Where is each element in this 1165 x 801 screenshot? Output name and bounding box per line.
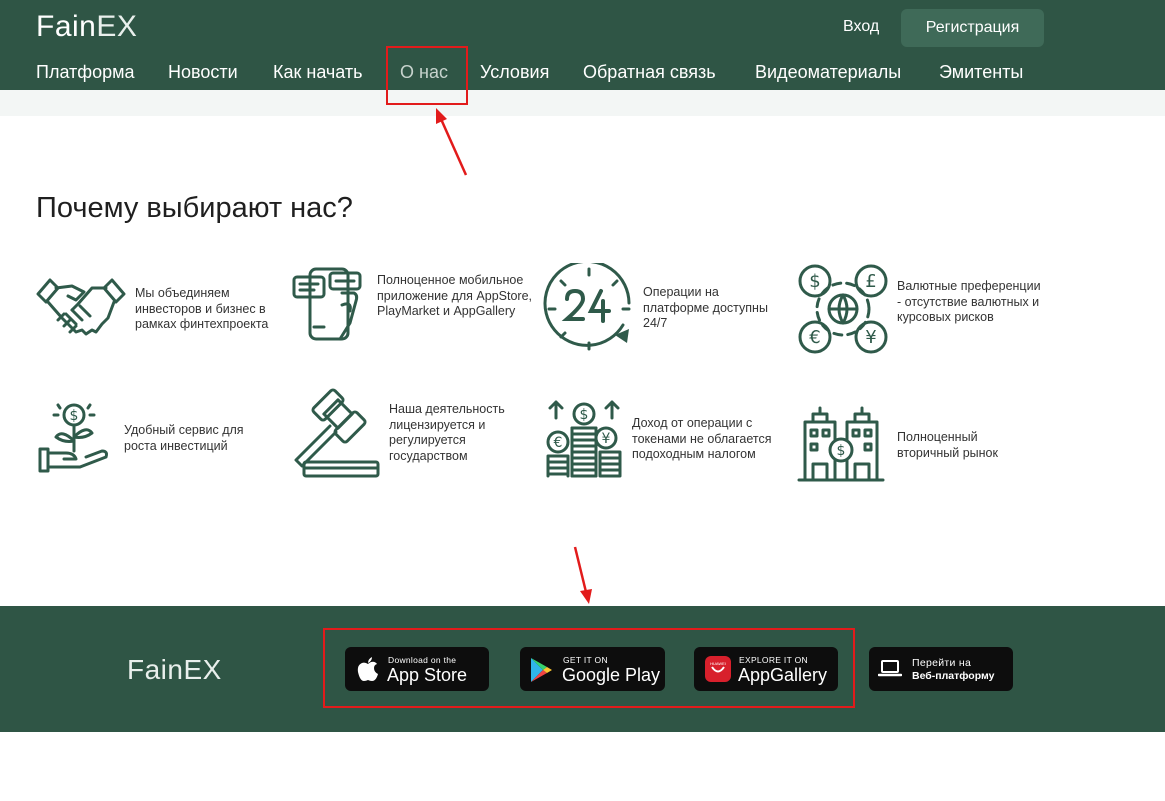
laptop-icon xyxy=(878,660,902,677)
clock-24-icon xyxy=(543,263,631,351)
feature-text: Валютные преференции - отсутствие валютн… xyxy=(897,279,1041,324)
header-divider-strip xyxy=(0,90,1165,116)
svg-text:$: $ xyxy=(70,408,79,424)
footer-logo-text-fain: Fain xyxy=(127,654,184,685)
currency-exchange-icon: $ £ € ¥ xyxy=(798,264,888,354)
logo-text-ex: EX xyxy=(96,10,138,43)
svg-text:$: $ xyxy=(837,443,846,459)
svg-text:€: € xyxy=(809,327,820,348)
footer-logo-text-ex: EX xyxy=(183,654,222,685)
nav-highlight-box xyxy=(386,46,468,105)
buildings-icon: $ xyxy=(797,406,885,482)
svg-text:€: € xyxy=(554,435,563,451)
nav-item-videos[interactable]: Видеоматериалы xyxy=(755,62,901,83)
money-plant-icon: $ xyxy=(38,403,108,473)
svg-text:$: $ xyxy=(809,271,820,292)
site-header: FainEX Вход Регистрация Платформа Новост… xyxy=(0,0,1165,90)
web-platform-button[interactable]: Перейти на Веб-платформу xyxy=(869,647,1013,691)
svg-text:£: £ xyxy=(865,271,876,292)
nav-item-how-to-start[interactable]: Как начать xyxy=(273,62,363,83)
mobile-app-icon xyxy=(292,267,362,341)
svg-text:$: $ xyxy=(580,407,589,423)
logo[interactable]: FainEX xyxy=(36,10,137,44)
login-link[interactable]: Вход xyxy=(843,18,879,36)
web-platform-line2: Веб-платформу xyxy=(912,670,995,682)
feature-text: Операции на платформе доступны 24/7 xyxy=(643,285,768,330)
svg-text:¥: ¥ xyxy=(865,327,876,348)
section-title: Почему выбирают нас? xyxy=(36,192,353,224)
feature-text: Полноценное мобильное приложение для App… xyxy=(377,273,532,318)
nav-item-news[interactable]: Новости xyxy=(168,62,238,83)
nav-item-terms[interactable]: Условия xyxy=(480,62,549,83)
logo-text-fain: Fain xyxy=(36,10,97,43)
nav-item-platform[interactable]: Платформа xyxy=(36,62,135,83)
nav-item-issuers[interactable]: Эмитенты xyxy=(939,62,1023,83)
main-nav: Платформа Новости Как начать О нас Услов… xyxy=(0,62,1165,90)
register-button[interactable]: Регистрация xyxy=(901,9,1044,47)
svg-text:¥: ¥ xyxy=(602,431,611,447)
feature-text: Наша деятельность лицензируется и регули… xyxy=(389,402,505,463)
feature-text: Удобный сервис для роста инвестиций xyxy=(124,423,244,453)
footer-logo[interactable]: FainEX xyxy=(127,654,222,686)
web-platform-line1: Перейти на xyxy=(912,657,972,669)
coins-stack-icon: $ € ¥ xyxy=(546,400,622,478)
gavel-icon xyxy=(294,388,380,478)
handshake-icon xyxy=(36,278,126,336)
nav-item-feedback[interactable]: Обратная связь xyxy=(583,62,716,83)
stores-highlight-box xyxy=(323,628,855,708)
feature-text: Доход от операции с токенами не облагает… xyxy=(632,416,772,461)
feature-text: Полноценный вторичный рынок xyxy=(897,430,998,460)
feature-text: Мы объединяем инвесторов и бизнес в рамк… xyxy=(135,286,269,331)
